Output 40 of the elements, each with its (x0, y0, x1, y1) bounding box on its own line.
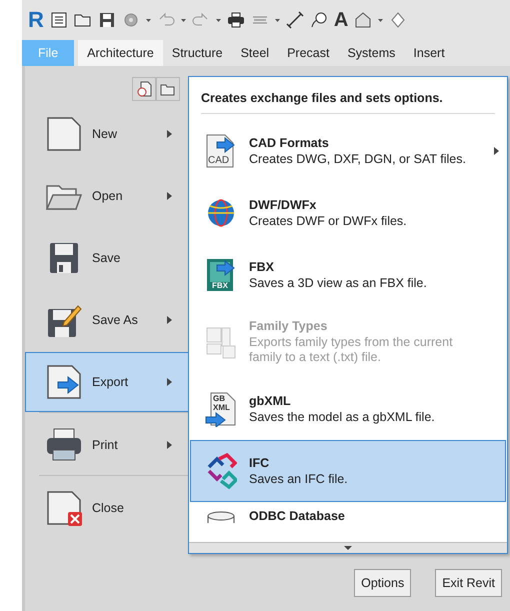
save-icon[interactable] (98, 11, 116, 29)
file-menu-item[interactable]: Export (25, 352, 188, 412)
file-menu-item[interactable]: New (25, 104, 188, 164)
file-menu-item[interactable]: Open (25, 166, 188, 226)
dropdown-caret-icon[interactable] (146, 18, 151, 22)
properties-icon[interactable] (50, 11, 68, 29)
dropdown-caret-icon[interactable] (378, 18, 384, 22)
file-menu-item[interactable]: Save As (25, 290, 188, 350)
export-option[interactable]: DWF/DWFx Creates DWF or DWFx files. (190, 182, 506, 244)
file-menu-item[interactable]: Print (25, 415, 188, 475)
house-icon[interactable] (354, 11, 372, 29)
file-menu-item[interactable]: Save (25, 228, 188, 288)
dropdown-caret-icon[interactable] (274, 18, 280, 22)
print-icon[interactable] (226, 11, 245, 29)
exit-button[interactable]: Exit Revit (435, 568, 502, 596)
export-option[interactable]: GB XML gbXML Saves the model as a gbXML file. (190, 378, 506, 440)
ribbon-tab[interactable]: Architecture (78, 40, 163, 66)
app-logo[interactable]: R (28, 7, 44, 33)
file-menu-item[interactable]: Close (25, 478, 188, 538)
ifc-logo-icon (205, 453, 237, 489)
ribbon-tab[interactable]: Insert (404, 40, 454, 66)
section-icon[interactable] (389, 11, 408, 29)
submenu-header: Creates exchange files and sets options. (200, 90, 444, 107)
recent-documents-button[interactable] (132, 77, 156, 101)
document-clock-icon (136, 81, 152, 97)
options-button[interactable]: Options (354, 568, 412, 596)
text-tool[interactable]: A (334, 8, 348, 32)
ribbon-tab[interactable]: Steel (232, 40, 278, 66)
export-option[interactable]: IFC Saves an IFC file. (190, 440, 506, 502)
export-option[interactable]: CAD CAD Formats Creates DWG, DXF, DGN, or SAT files. (190, 120, 506, 182)
dropdown-caret-icon[interactable] (180, 18, 186, 22)
ribbon-tab[interactable]: Systems (338, 40, 404, 66)
dropdown-caret-icon[interactable] (216, 18, 221, 22)
ribbon-tab[interactable]: Precast (278, 40, 338, 66)
export-option[interactable]: FBX FBX Saves a 3D view as an FBX file. (190, 244, 506, 306)
export-option[interactable]: ODBC Database (190, 508, 506, 540)
aligned-dimension-icon[interactable] (286, 11, 304, 29)
ribbon-tab[interactable]: Structure (162, 40, 232, 66)
database-icon (205, 509, 237, 523)
open-documents-button[interactable] (156, 77, 180, 101)
